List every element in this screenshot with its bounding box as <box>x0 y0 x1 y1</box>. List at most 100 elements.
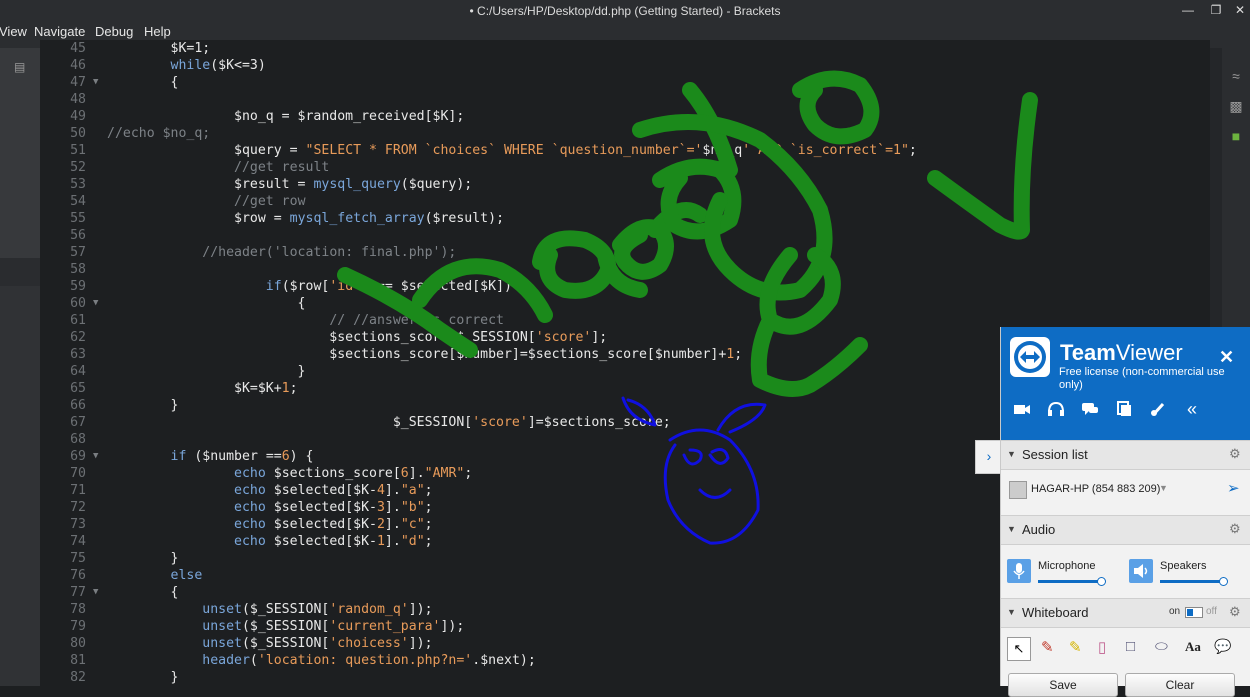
headset-icon[interactable] <box>1045 398 1067 420</box>
code-text[interactable]: $_SESSION['score']=$sections_score; <box>107 414 671 431</box>
code-text[interactable]: { <box>107 584 179 601</box>
clear-button[interactable]: Clear <box>1125 673 1235 697</box>
code-text[interactable]: } <box>107 363 306 380</box>
code-text[interactable]: while($K<=3) <box>107 57 266 74</box>
fold-arrow-icon[interactable]: ▼ <box>93 74 98 91</box>
code-line[interactable]: 48 <box>40 91 1200 108</box>
code-text[interactable]: } <box>107 397 179 414</box>
code-text[interactable]: unset($_SESSION['random_q']); <box>107 601 432 618</box>
code-text[interactable]: if ($number ==6) { <box>107 448 314 465</box>
code-text[interactable]: //header('location: final.php'); <box>107 244 456 261</box>
menu-view[interactable]: View <box>0 24 27 39</box>
code-line[interactable]: 56 <box>40 227 1200 244</box>
gear-icon[interactable]: ⚙ <box>1229 604 1241 620</box>
files-icon[interactable] <box>1113 398 1135 420</box>
code-line[interactable]: 47 ▼ { <box>40 74 1200 91</box>
code-text[interactable]: unset($_SESSION['current_para']); <box>107 618 464 635</box>
code-line[interactable]: 60 ▼ { <box>40 295 1200 312</box>
code-text[interactable]: echo $selected[$K-4]."a"; <box>107 482 433 499</box>
whiteboard-tool-icon[interactable] <box>1147 398 1169 420</box>
microphone-icon[interactable] <box>1007 559 1031 583</box>
pointer-icon[interactable]: ➢ <box>1227 479 1240 497</box>
speaker-icon[interactable] <box>1129 559 1153 583</box>
code-text[interactable]: { <box>107 74 179 91</box>
gear-icon[interactable]: ⚙ <box>1229 521 1241 537</box>
microphone-slider[interactable] <box>1038 577 1106 586</box>
close-window-button[interactable]: ✕ <box>1228 0 1250 20</box>
fold-arrow-icon[interactable]: ▼ <box>93 295 98 312</box>
gear-icon[interactable]: ⚙ <box>1229 446 1241 462</box>
code-text[interactable]: $query = "SELECT * FROM `choices` WHERE … <box>107 142 917 159</box>
code-text[interactable]: unset($_SESSION['choicess']); <box>107 635 432 652</box>
code-text[interactable]: } <box>107 550 179 567</box>
code-text[interactable]: echo $selected[$K-3]."b"; <box>107 499 433 516</box>
menu-navigate[interactable]: Navigate <box>34 24 85 39</box>
code-text[interactable]: { <box>107 295 306 312</box>
live-preview-icon[interactable]: ≈ <box>1228 68 1244 84</box>
text-tool-icon[interactable]: Aa <box>1185 639 1201 655</box>
session-row[interactable]: HAGAR-HP (854 883 209) ▼ ➢ <box>1001 470 1250 514</box>
video-icon[interactable] <box>1011 398 1033 420</box>
gift-icon[interactable]: ■ <box>1228 128 1244 144</box>
collapse-panel-icon[interactable]: « <box>1181 398 1203 420</box>
save-button[interactable]: Save <box>1008 673 1118 697</box>
code-text[interactable]: $no_q = $random_received[$K]; <box>107 108 464 125</box>
code-text[interactable]: $sections_score=$_SESSION['score']; <box>107 329 607 346</box>
ellipse-tool-icon[interactable]: ⬭ <box>1155 638 1168 655</box>
code-text[interactable]: $sections_score[$number]=$sections_score… <box>107 346 742 363</box>
code-text[interactable]: else <box>107 567 203 584</box>
code-text[interactable]: echo $selected[$K-1]."d"; <box>107 533 433 550</box>
code-line[interactable]: 58 <box>40 261 1200 278</box>
code-text[interactable]: $result = mysql_query($query); <box>107 176 472 193</box>
code-text[interactable]: $K=1; <box>107 40 211 57</box>
code-text[interactable]: echo $sections_score[6]."AMR"; <box>107 465 472 482</box>
code-line[interactable]: 51 $query = "SELECT * FROM `choices` WHE… <box>40 142 1200 159</box>
menu-help[interactable]: Help <box>144 24 171 39</box>
code-line[interactable]: 50 //echo $no_q; <box>40 125 1200 142</box>
line-number: 74 <box>70 534 86 549</box>
code-text[interactable]: // //answer is correct <box>107 312 504 329</box>
code-text[interactable]: //get row <box>107 193 305 210</box>
speakers-slider[interactable] <box>1160 577 1228 586</box>
whiteboard-header[interactable]: ▼ Whiteboard on off ⚙ <box>1001 598 1250 628</box>
code-text[interactable]: $row = mysql_fetch_array($result); <box>107 210 504 227</box>
code-text[interactable]: //get result <box>107 159 329 176</box>
highlighter-tool-icon[interactable]: ✎ <box>1069 638 1082 656</box>
eraser-tool-icon[interactable]: ▯ <box>1098 638 1106 656</box>
split-view-icon[interactable]: ▤ <box>14 60 25 74</box>
code-text[interactable]: if($row['id'] == $selected[$K]) <box>107 278 512 295</box>
audio-header[interactable]: ▼ Audio ⚙ <box>1001 515 1250 545</box>
maximize-button[interactable]: ❐ <box>1204 0 1228 20</box>
file-sidebar: ▤ <box>0 48 40 686</box>
chat-icon[interactable] <box>1079 398 1101 420</box>
teamviewer-close-icon[interactable]: ✕ <box>1219 347 1234 368</box>
fold-arrow-icon[interactable]: ▼ <box>93 448 98 465</box>
code-line[interactable]: 46 while($K<=3) <box>40 57 1200 74</box>
sidebar-selected-row[interactable] <box>0 258 40 286</box>
code-line[interactable]: 59 if($row['id'] == $selected[$K]) <box>40 278 1200 295</box>
code-text[interactable]: } <box>107 669 179 686</box>
code-line[interactable]: 45 $K=1; <box>40 40 1200 57</box>
rectangle-tool-icon[interactable]: □ <box>1126 638 1135 655</box>
code-line[interactable]: 55 $row = mysql_fetch_array($result); <box>40 210 1200 227</box>
code-text[interactable]: header('location: question.php?n='.$next… <box>107 652 536 669</box>
code-text[interactable]: //echo $no_q; <box>107 125 210 142</box>
code-line[interactable]: 57 //header('location: final.php'); <box>40 244 1200 261</box>
extension-manager-icon[interactable]: ▩ <box>1228 98 1244 114</box>
code-line[interactable]: 53 $result = mysql_query($query); <box>40 176 1200 193</box>
minimize-button[interactable]: — <box>1176 0 1200 20</box>
code-line[interactable]: 54 //get row <box>40 193 1200 210</box>
code-line[interactable]: 49 $no_q = $random_received[$K]; <box>40 108 1200 125</box>
session-list-header[interactable]: ▼ Session list ⚙ <box>1001 440 1250 470</box>
code-text[interactable]: echo $selected[$K-2]."c"; <box>107 516 433 533</box>
code-text[interactable]: $K=$K+1; <box>107 380 298 397</box>
whiteboard-toggle[interactable] <box>1185 607 1203 618</box>
note-tool-icon[interactable]: 💬 <box>1214 638 1231 655</box>
fold-arrow-icon[interactable]: ▼ <box>93 584 98 601</box>
pen-tool-icon[interactable]: ✎ <box>1041 638 1054 656</box>
menu-debug[interactable]: Debug <box>95 24 133 39</box>
select-tool-icon[interactable]: ↖ <box>1007 637 1031 661</box>
dropdown-arrow-icon[interactable]: ▼ <box>1159 483 1168 493</box>
teamviewer-collapse-tab[interactable]: › <box>975 440 1002 474</box>
code-line[interactable]: 52 //get result <box>40 159 1200 176</box>
